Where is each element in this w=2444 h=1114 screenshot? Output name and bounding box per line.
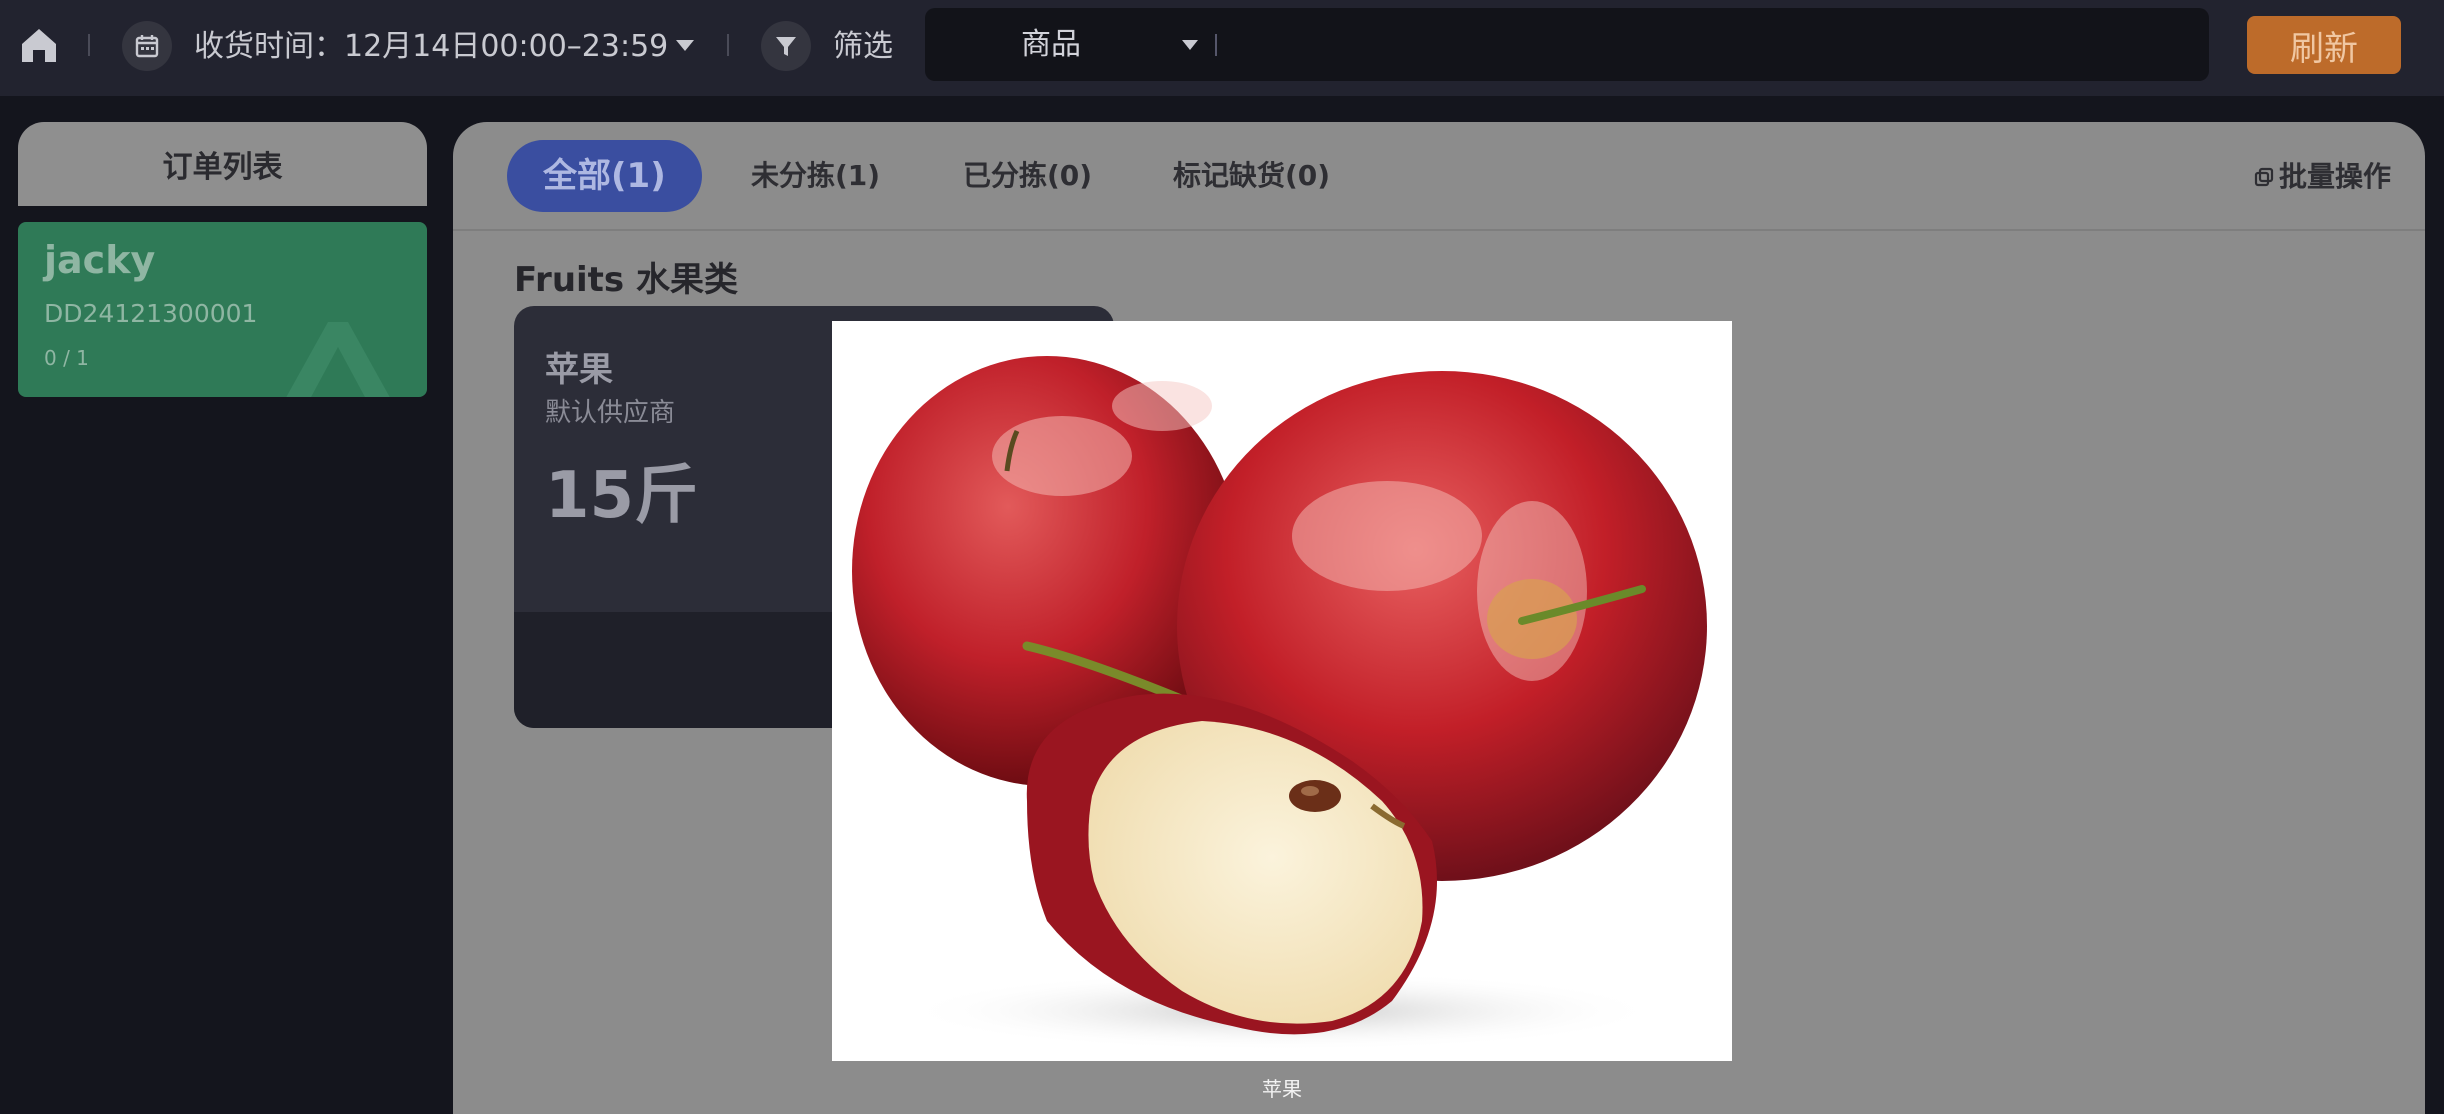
order-card[interactable]: jacky DD24121300001 0 / 1 [18,222,427,397]
tab-unsorted[interactable]: 未分拣(1) [751,140,880,212]
order-number: DD24121300001 [44,299,258,328]
search-bar: 商品 [925,8,2209,81]
copy-icon [2254,167,2274,187]
home-icon[interactable] [18,24,60,66]
divider [727,34,729,56]
divider [88,34,90,56]
divider [1215,34,1217,56]
batch-operation-button[interactable]: 批量操作 [2253,154,2391,200]
watermark-icon [286,322,390,397]
product-quantity: 15斤 [545,459,699,533]
chevron-down-icon[interactable] [676,40,694,51]
filter-button[interactable]: 筛选 [833,24,893,70]
receive-time-selector[interactable]: 收货时间：12月14日00:00–23:59 [194,24,668,70]
order-progress: 0 / 1 [44,346,89,370]
search-type-select[interactable]: 商品 [1021,22,1081,68]
tab-bar: 全部(1) 未分拣(1) 已分拣(0) 标记缺货(0) 批量操作 [453,122,2425,231]
top-bar: 收货时间：12月14日00:00–23:59 筛选 商品 刷新 [0,0,2444,96]
category-title: Fruits 水果类 [514,260,739,300]
product-image-preview[interactable] [832,321,1732,1061]
apple-image [852,356,1707,1051]
order-list-title: 订单列表 [18,122,427,206]
order-list-panel: 订单列表 jacky DD24121300001 0 / 1 [18,122,427,1114]
tab-out-of-stock[interactable]: 标记缺货(0) [1173,140,1330,212]
product-supplier: 默认供应商 [545,398,676,428]
batch-operation-label: 批量操作 [2278,160,2391,193]
tab-all[interactable]: 全部(1) [507,140,702,212]
tab-sorted[interactable]: 已分拣(0) [963,140,1092,212]
calendar-icon[interactable] [122,21,172,71]
chevron-down-icon[interactable] [1182,40,1198,50]
refresh-button[interactable]: 刷新 [2247,16,2401,74]
image-caption: 苹果 [1262,1077,1302,1101]
order-customer-name: jacky [44,238,156,282]
filter-icon[interactable] [761,21,811,71]
search-input[interactable] [1230,20,2190,70]
product-name: 苹果 [545,350,613,390]
